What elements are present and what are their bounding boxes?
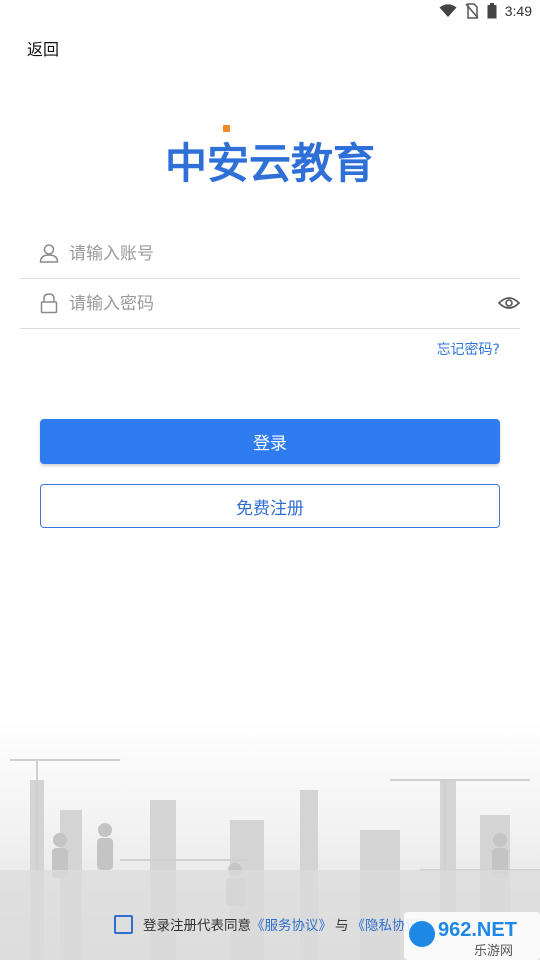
wifi-icon [439,4,457,17]
lock-icon [40,293,58,314]
agreement-row: 登录注册代表同意 《服务协议》 与 《隐私协议》 [114,914,433,934]
battery-icon [487,3,497,19]
password-field-row [20,278,520,329]
app-logo: 中安云教育 [165,125,375,188]
login-button[interactable]: 登录 [40,419,500,464]
agreement-conjunction: 与 [335,918,349,934]
account-field-row [20,228,520,279]
password-input[interactable] [67,288,471,320]
watermark-sub: 乐游网 [474,944,513,959]
back-button[interactable]: 返回 [27,36,59,60]
logo-text: 中安云教育 [165,139,375,188]
site-watermark: 962.NET 乐游网 [404,912,540,960]
forgot-password-link[interactable]: 忘记密码? [437,339,500,359]
watermark-logo-icon [409,921,435,947]
service-agreement-link[interactable]: 《服务协议》 [251,914,332,934]
agreement-checkbox[interactable] [114,914,133,934]
eye-icon[interactable] [498,293,520,313]
agreement-text: 登录注册代表同意 [143,918,251,934]
no-sim-icon [465,3,479,19]
watermark-brand: 962.NET [438,919,517,941]
account-input[interactable] [67,238,471,270]
logo-accent-dot [223,125,230,132]
register-button[interactable]: 免费注册 [40,484,500,528]
status-time: 3:49 [504,3,532,19]
status-icons: 3:49 [439,3,532,19]
status-bar: 3:49 [0,0,540,24]
user-icon [39,244,59,263]
